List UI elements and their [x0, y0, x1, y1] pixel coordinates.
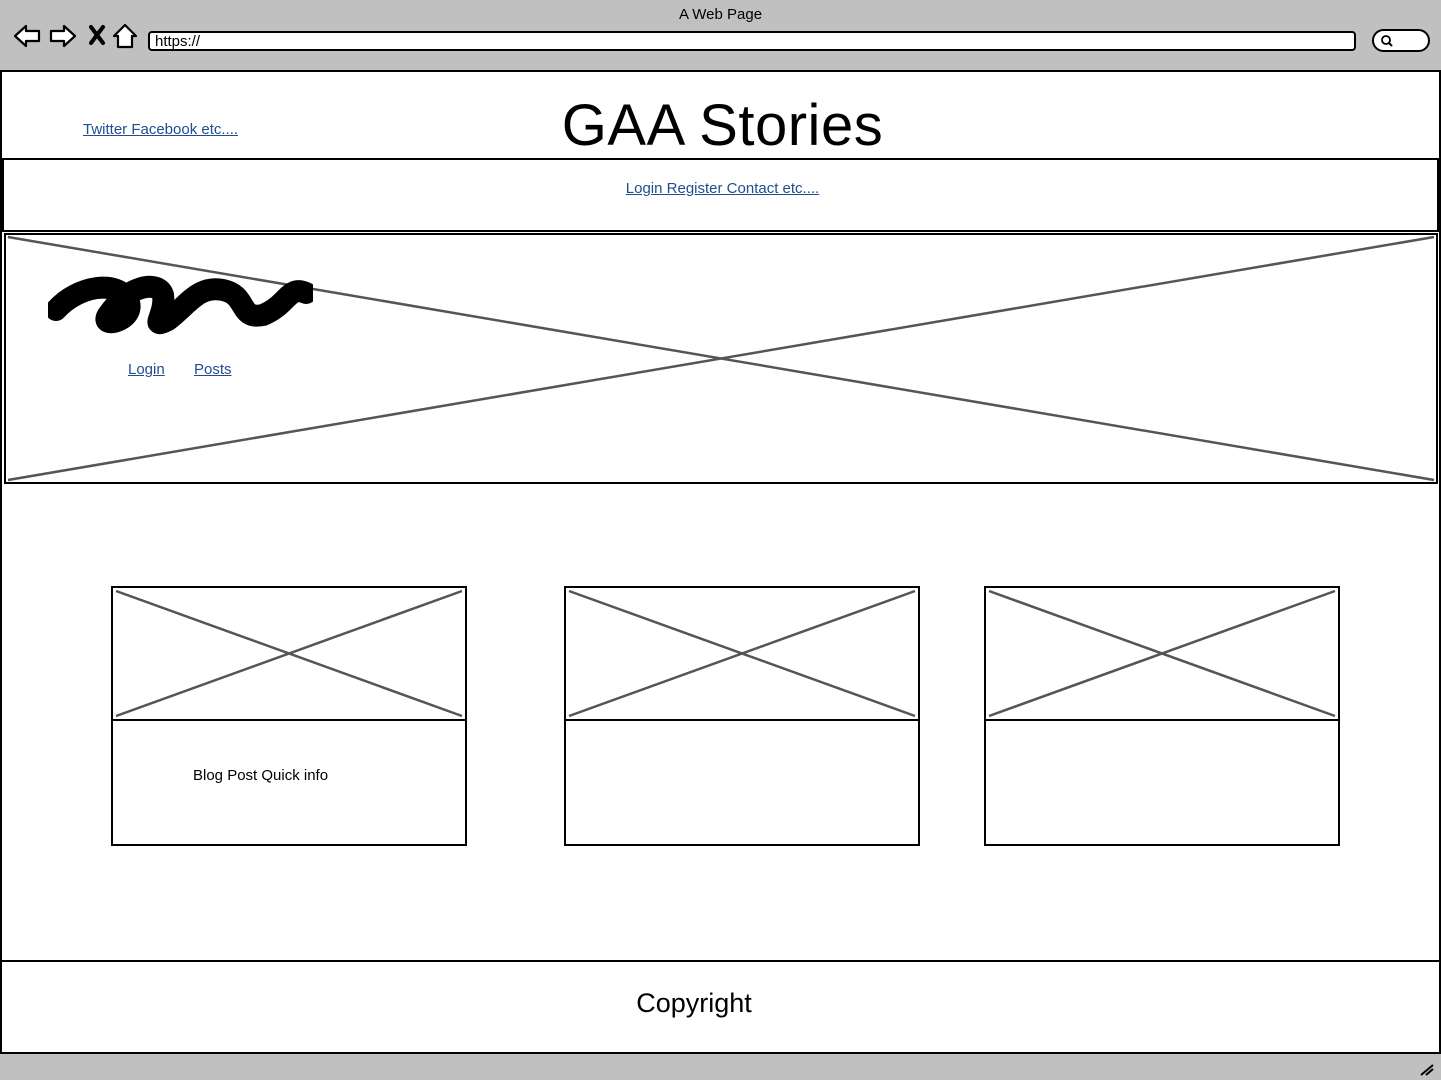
nav-links[interactable]: Login Register Contact etc.... — [4, 180, 1441, 197]
logo-scribble — [48, 275, 313, 335]
resize-grip-icon[interactable] — [1419, 1062, 1435, 1076]
hero-image-placeholder: Login Posts — [4, 233, 1438, 484]
image-placeholder-icon — [568, 589, 916, 718]
home-icon[interactable] — [110, 22, 140, 50]
image-placeholder-icon — [7, 235, 1435, 482]
search-icon — [1381, 35, 1393, 47]
image-placeholder-icon — [988, 589, 1336, 718]
window-title: A Web Page — [678, 6, 763, 23]
copyright-text: Copyright — [636, 988, 752, 1018]
browser-window: A Web Page https:// Twitter Facebook etc… — [0, 0, 1441, 1080]
site-title: GAA Stories — [561, 93, 884, 158]
card-image-placeholder — [111, 586, 467, 721]
card-body — [984, 719, 1340, 846]
image-placeholder-icon — [115, 589, 463, 718]
blog-post-card[interactable] — [564, 586, 920, 846]
card-text: Blog Post Quick info — [193, 767, 329, 784]
web-page: Twitter Facebook etc.... GAA Stories Log… — [0, 72, 1441, 1054]
blog-post-card[interactable]: Blog Post Quick info — [111, 586, 467, 846]
hero-posts-link[interactable]: Posts — [194, 361, 232, 378]
hero-login-link[interactable]: Login — [128, 361, 165, 378]
navigation-bar: Login Register Contact etc.... — [2, 158, 1439, 232]
card-image-placeholder — [984, 586, 1340, 721]
back-icon[interactable] — [12, 22, 42, 50]
browser-search-box[interactable] — [1372, 29, 1430, 52]
browser-toolbar: A Web Page https:// — [0, 0, 1441, 72]
card-body — [564, 719, 920, 846]
url-bar[interactable]: https:// — [148, 31, 1356, 51]
status-bar — [0, 1054, 1441, 1080]
card-image-placeholder — [564, 586, 920, 721]
blog-post-card[interactable] — [984, 586, 1340, 846]
forward-icon[interactable] — [48, 22, 78, 50]
card-body: Blog Post Quick info — [111, 719, 467, 846]
footer: Copyright — [2, 960, 1439, 1054]
